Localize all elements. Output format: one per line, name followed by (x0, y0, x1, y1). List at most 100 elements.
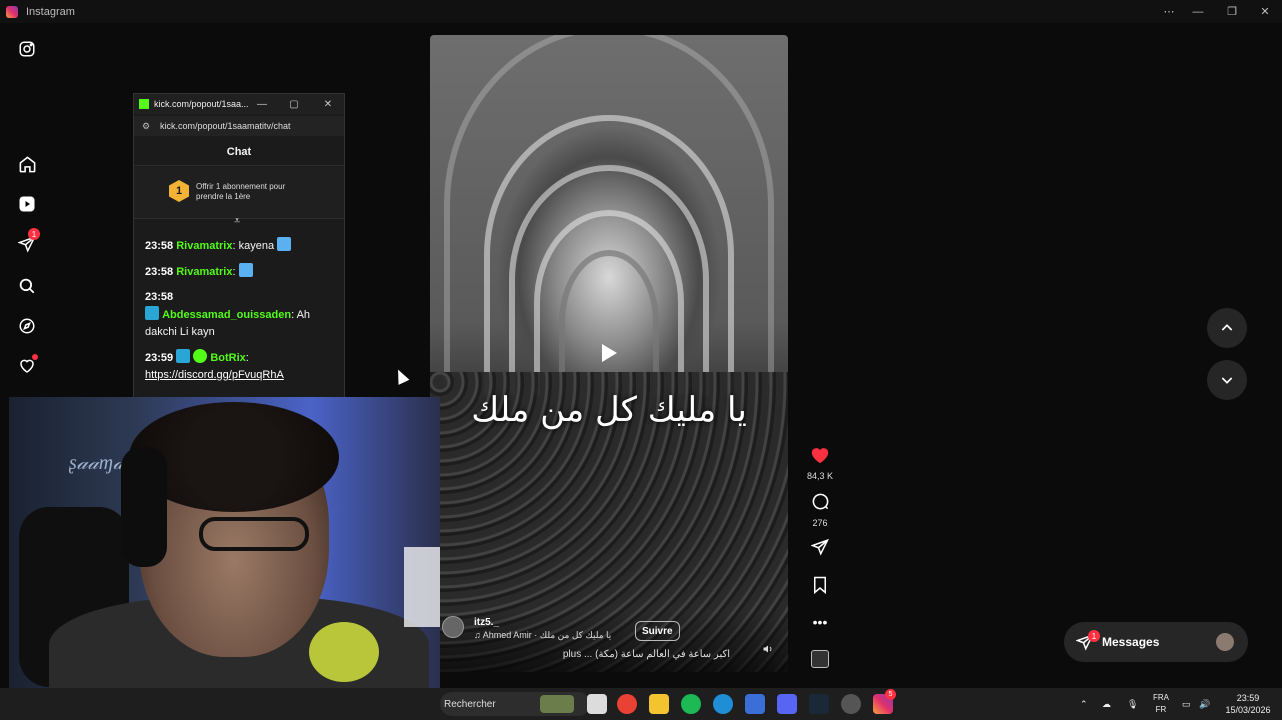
headset-image (121, 447, 167, 567)
direct-messages-icon[interactable]: 1 (14, 228, 40, 257)
promo-line-1: Offrir 1 abonnement pour (196, 182, 286, 191)
file-explorer-icon[interactable] (649, 694, 669, 714)
sound-icon[interactable] (762, 643, 774, 658)
volume-icon[interactable]: 🔊 (1199, 688, 1210, 720)
obs-icon[interactable] (841, 694, 861, 714)
badge-icon (176, 349, 191, 363)
author-avatar[interactable] (442, 616, 464, 638)
message-user[interactable]: Abdessamad_ouissaden (162, 309, 291, 321)
popup-tab-title: kick.com/popout/1saa... (154, 99, 249, 109)
message-text: kayena (238, 240, 275, 252)
chat-title: Chat (134, 138, 344, 166)
language-indicator[interactable]: FRA FR (1150, 692, 1172, 716)
window-title: Instagram (26, 5, 75, 18)
promo-line-2: prendre la 1ère (196, 192, 251, 201)
save-button[interactable] (804, 576, 836, 599)
popup-minimize-button[interactable]: — (250, 94, 274, 114)
comment-count: 276 (812, 518, 828, 528)
popup-close-button[interactable]: ✕ (316, 94, 340, 114)
promo-text: Offrir 1 abonnement pour prendre la 1ère (196, 182, 285, 202)
chat-messages: 23:58 Rivamatrix: kayena 23:58 Rivamatri… (145, 237, 337, 392)
plush-toy-image (309, 622, 379, 682)
clock[interactable]: 23:59 15/03/2026 (1220, 692, 1276, 716)
message-user[interactable]: Rivamatrix (176, 240, 232, 252)
message-time: 23:58 (145, 240, 174, 252)
message-time: 23:58 (145, 291, 174, 303)
chrome-icon[interactable] (617, 694, 637, 714)
heart-icon[interactable] (14, 353, 40, 379)
site-settings-icon[interactable]: ⚙ (142, 121, 150, 132)
reel-overlay-text: يا مليك كل من ملك (471, 390, 747, 430)
follow-button[interactable]: Suivre (635, 621, 680, 641)
popup-maximize-button[interactable]: ▢ (282, 94, 306, 114)
close-button[interactable]: ✕ (1248, 0, 1282, 23)
badge-icon (145, 306, 159, 320)
play-icon[interactable] (596, 340, 622, 366)
spotify-icon[interactable] (681, 694, 701, 714)
explore-icon[interactable] (14, 313, 40, 339)
store-icon[interactable] (745, 694, 765, 714)
share-button[interactable] (804, 538, 836, 561)
discord-link[interactable]: https://discord.gg/pFvuqRhA (145, 369, 284, 381)
previous-reel-button[interactable] (1207, 308, 1247, 348)
instagram-taskbar-badge: 5 (885, 689, 896, 700)
gift-sub-promo[interactable]: 1 Offrir 1 abonnement pour prendre la 1è… (134, 167, 344, 219)
webcam-overlay: ʂ𝒶𝒶ɱ𝒶 (9, 397, 440, 688)
tray-chevron-icon[interactable]: ⌃ (1080, 688, 1088, 720)
network-icon[interactable]: ▭ (1182, 688, 1191, 720)
kick-chat-popup: kick.com/popout/1saa... — ▢ ✕ ⚙ kick.com… (133, 93, 345, 398)
audio-thumbnail[interactable] (804, 650, 836, 668)
steam-icon[interactable] (809, 694, 829, 714)
like-button[interactable]: 84,3 K (804, 446, 836, 481)
scroll-to-bottom-icon[interactable]: ⩡ (234, 215, 240, 228)
messages-label: Messages (1102, 635, 1160, 649)
chat-message: 23:58 Rivamatrix: (145, 263, 337, 281)
instagram-taskbar-icon[interactable]: 5 (873, 689, 896, 714)
next-reel-button[interactable] (1207, 360, 1247, 400)
audio-track-label: Ahmed Amir · يا مليك كل من ملك (482, 630, 612, 640)
onedrive-icon[interactable]: ☁ (1102, 688, 1111, 720)
reel-caption[interactable]: اكبر ساعة في العالم ساعة (مكة) ... plus (563, 649, 730, 660)
search-highlight-image (540, 695, 574, 713)
clock-time: 23:59 (1236, 693, 1260, 703)
popup-titlebar: kick.com/popout/1saa... — ▢ ✕ (134, 94, 344, 114)
minimize-button[interactable]: — (1181, 0, 1215, 23)
message-time: 23:59 (145, 352, 174, 364)
author-username[interactable]: itz5._ (474, 617, 499, 628)
maximize-button[interactable]: ❐ (1215, 0, 1249, 23)
popup-url: kick.com/popout/1saamatitv/chat (160, 121, 291, 131)
message-time: 23:58 (145, 266, 174, 278)
reels-icon[interactable] (14, 191, 40, 217)
chat-message: 23:59 BotRix: https://discord.gg/pFvuqRh… (145, 349, 337, 384)
kick-logo-icon (139, 99, 149, 109)
like-count: 84,3 K (806, 471, 834, 481)
message-user[interactable]: BotRix (210, 352, 245, 364)
messages-button[interactable]: 1 Messages (1064, 622, 1248, 662)
instagram-app-icon (6, 5, 18, 18)
more-icon[interactable]: ••• (804, 614, 836, 630)
ring-light-image (404, 547, 440, 627)
taskbar-search[interactable]: Rechercher (440, 692, 590, 716)
message-user[interactable]: Rivamatrix (176, 266, 232, 278)
neon-sign-image: ʂ𝒶𝒶ɱ𝒶 (69, 452, 125, 474)
activity-dot (32, 354, 38, 360)
home-icon[interactable] (14, 151, 40, 177)
avatar (1216, 633, 1234, 651)
discord-icon[interactable] (777, 694, 797, 714)
language-line-1: FRA (1153, 693, 1169, 702)
comment-button[interactable]: 276 (804, 492, 836, 528)
instagram-logo-icon[interactable] (14, 36, 40, 62)
chat-message: 23:58 Rivamatrix: kayena (145, 237, 337, 255)
reel-video[interactable]: يا مليك كل من ملك itz5._ ♫ Ahmed Amir · … (430, 35, 788, 672)
microphone-icon[interactable]: 🎙 (1127, 688, 1138, 720)
audio-track[interactable]: ♫ Ahmed Amir · يا مليك كل من ملك (474, 630, 611, 641)
search-icon[interactable] (14, 273, 40, 299)
popup-url-bar[interactable]: ⚙ kick.com/popout/1saamatitv/chat (134, 116, 344, 136)
emote-icon (238, 263, 253, 277)
verified-icon (193, 349, 208, 363)
task-view-icon[interactable] (587, 694, 607, 714)
language-line-2: FR (1155, 705, 1167, 714)
edge-icon[interactable] (713, 694, 733, 714)
mouse-cursor-icon (392, 367, 410, 385)
glasses-image (199, 517, 309, 551)
